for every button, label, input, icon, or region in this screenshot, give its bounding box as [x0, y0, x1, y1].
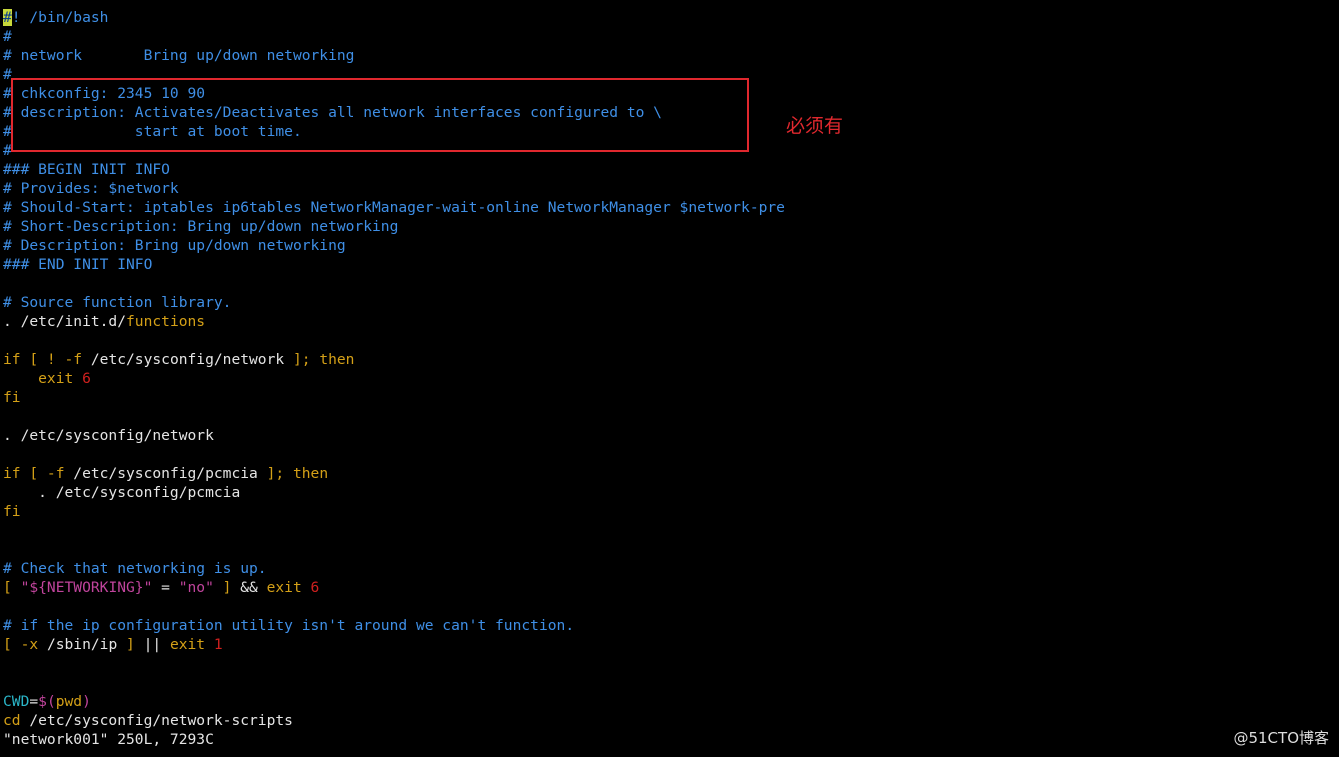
code-token: "network001" 250L, 7293C [3, 731, 214, 748]
code-token: # Description: Bring up/down networking [3, 237, 346, 254]
vim-status-line: "network001" 250L, 7293C [3, 730, 1339, 749]
code-token: pwd [55, 693, 83, 710]
code-line: if [ ! -f /etc/sysconfig/network ]; then [3, 350, 1339, 369]
code-line: . /etc/init.d/functions [3, 312, 1339, 331]
code-token: 6 [82, 370, 91, 387]
code-token: || [143, 636, 170, 653]
code-token: functions [126, 313, 206, 330]
annotation-label: 必须有 [786, 115, 844, 137]
code-token: # Short-Description: Bring up/down netwo… [3, 218, 399, 235]
code-line: [ "${NETWORKING}" = "no" ] && exit 6 [3, 578, 1339, 597]
code-token: /sbin/ip [46, 636, 118, 653]
code-line: # Provides: $network [3, 179, 1339, 198]
code-line: ### BEGIN INIT INFO [3, 160, 1339, 179]
code-line: fi [3, 502, 1339, 521]
code-line: ### END INIT INFO [3, 255, 1339, 274]
code-token: ### END INIT INFO [3, 256, 153, 273]
code-token: 6 [310, 579, 320, 596]
code-line: . /etc/sysconfig/pcmcia [3, 483, 1339, 502]
code-token: cd [3, 712, 30, 729]
code-token: && [240, 579, 267, 596]
code-token: exit [169, 636, 214, 653]
code-token: fi [3, 503, 21, 520]
code-line: exit 6 [3, 369, 1339, 388]
code-token: # Provides: $network [3, 180, 179, 197]
text-cursor: # [3, 9, 12, 26]
code-token: # Should-Start: iptables ip6tables Netwo… [3, 199, 785, 216]
code-token: 1 [213, 636, 223, 653]
code-token: CWD [3, 693, 30, 710]
code-token: # if the ip configuration utility isn't … [3, 617, 575, 634]
code-token: exit [266, 579, 311, 596]
code-token: # Check that networking is up. [3, 560, 267, 577]
code-line: [ -x /sbin/ip ] || exit 1 [3, 635, 1339, 654]
code-token: fi [3, 389, 21, 406]
code-line: CWD=$(pwd) [3, 692, 1339, 711]
code-token: = [29, 693, 39, 710]
code-line: if [ -f /etc/sysconfig/pcmcia ]; then [3, 464, 1339, 483]
code-token: . /etc/sysconfig/network [3, 427, 214, 444]
code-line: # Description: Bring up/down networking [3, 236, 1339, 255]
code-token: /etc/sysconfig/pcmcia [73, 465, 258, 482]
code-token: ! /bin/bash [11, 9, 109, 26]
code-token: /etc/sysconfig/network-scripts [29, 712, 293, 729]
code-token: ) [82, 693, 91, 710]
code-token: ]; then [284, 351, 355, 368]
code-token: ] [117, 636, 144, 653]
code-line: # Should-Start: iptables ip6tables Netwo… [3, 198, 1339, 217]
code-token: $( [38, 693, 56, 710]
code-token: [ -x [3, 636, 47, 653]
code-token: # network Bring up/down networking [3, 47, 355, 64]
code-line: cd /etc/sysconfig/network-scripts [3, 711, 1339, 730]
code-token: if [ ! -f [3, 351, 91, 368]
code-line: # [3, 27, 1339, 46]
code-line: # Check that networking is up. [3, 559, 1339, 578]
code-line: #! /bin/bash [3, 8, 1339, 27]
code-token: "no" [178, 579, 214, 596]
code-token: /etc/sysconfig/network [90, 351, 285, 368]
code-line: # network Bring up/down networking [3, 46, 1339, 65]
code-line: fi [3, 388, 1339, 407]
code-token: . /etc/sysconfig/pcmcia [3, 484, 241, 501]
code-token: ### BEGIN INIT INFO [3, 161, 170, 178]
code-token: # Source function library. [3, 294, 232, 311]
code-token: . /etc/init.d/ [3, 313, 127, 330]
code-token: # [3, 28, 12, 45]
code-token: exit [3, 370, 83, 387]
code-token: if [ -f [3, 465, 74, 482]
watermark: @51CTO博客 [1233, 729, 1329, 747]
code-token: ] [213, 579, 241, 596]
annotation-highlight-box [11, 78, 749, 152]
code-line: # Source function library. [3, 293, 1339, 312]
code-token: [ [3, 579, 21, 596]
code-token: = [152, 579, 179, 596]
code-line: # if the ip configuration utility isn't … [3, 616, 1339, 635]
code-line: # Short-Description: Bring up/down netwo… [3, 217, 1339, 236]
code-token: ]; then [257, 465, 329, 482]
code-token: "${NETWORKING}" [20, 579, 153, 596]
code-line: . /etc/sysconfig/network [3, 426, 1339, 445]
